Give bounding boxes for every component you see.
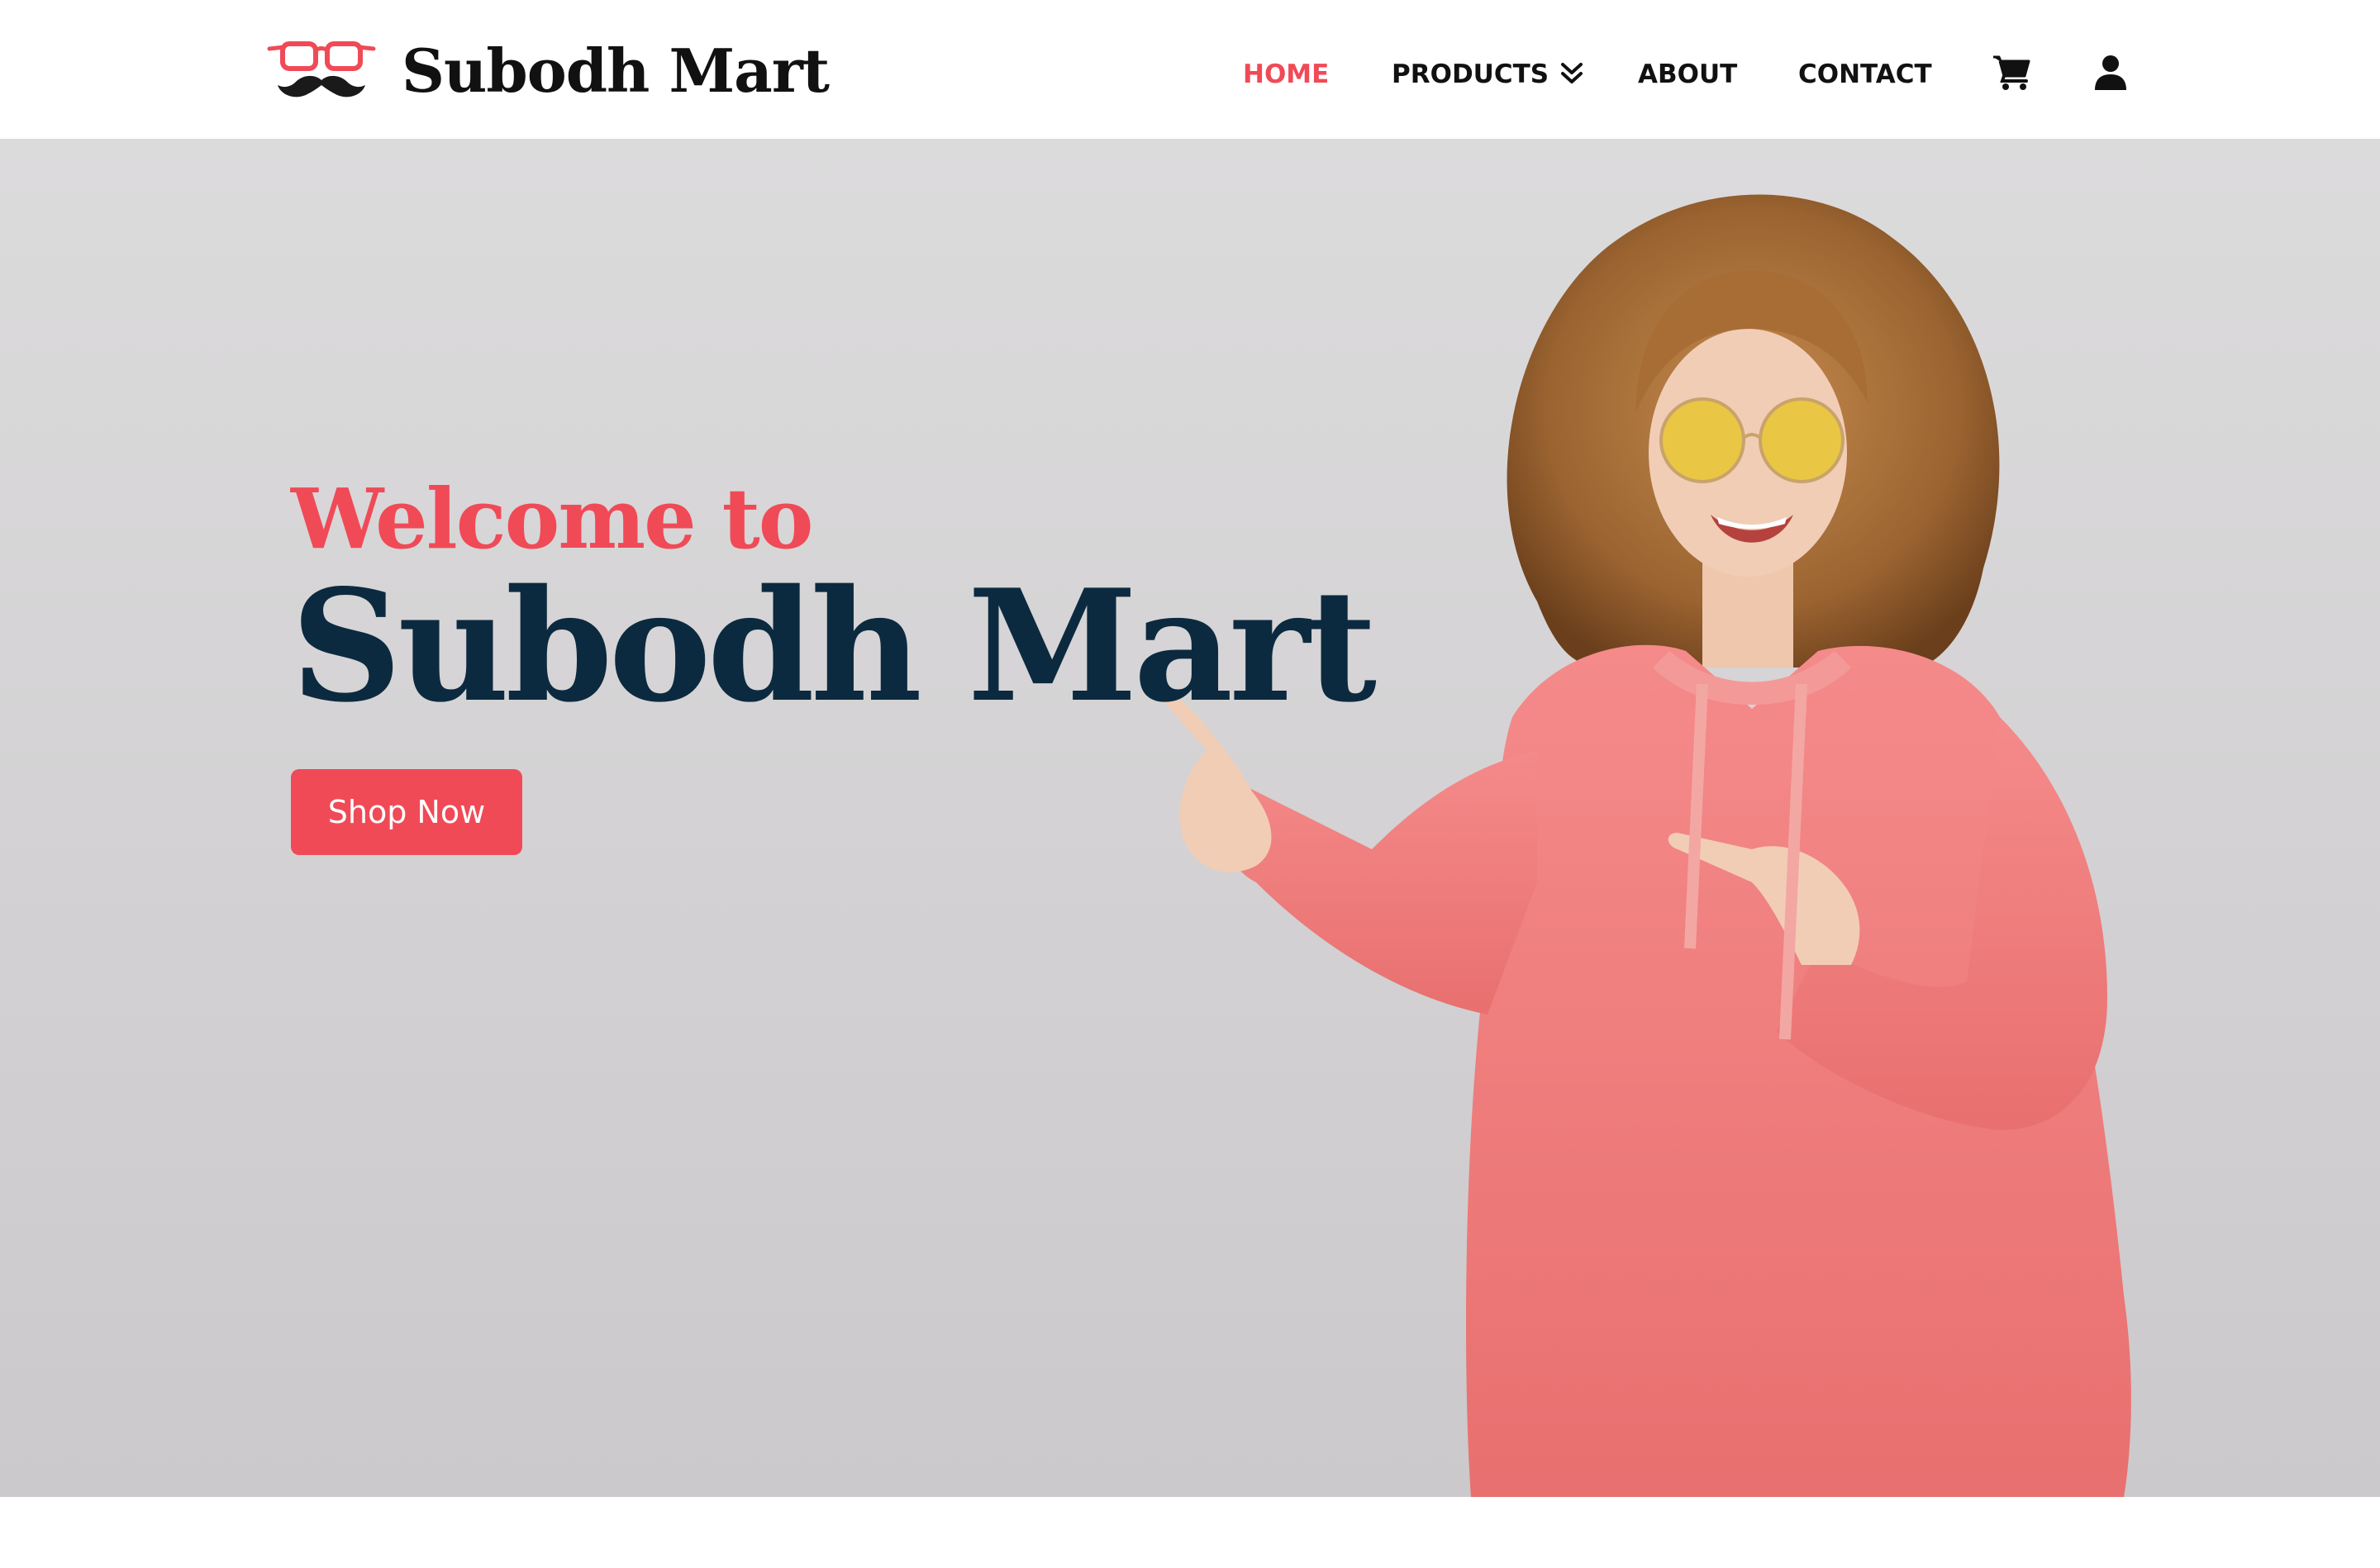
- nav-about[interactable]: ABOUT: [1638, 50, 1737, 99]
- user-account-button[interactable]: [2094, 50, 2127, 96]
- user-icon: [2095, 55, 2126, 90]
- cart-button[interactable]: [1992, 50, 2031, 96]
- hero-banner: Welcome to Subodh Mart Shop Now: [0, 139, 2380, 1497]
- chevron-double-down-icon: [1561, 62, 1583, 83]
- nav-products-label: PRODUCTS: [1392, 59, 1549, 89]
- hero-title: Subodh Mart: [291, 555, 1377, 736]
- page-bottom: [0, 1497, 2380, 1568]
- woman-pointing-photo: [1145, 194, 2131, 1497]
- nav-products[interactable]: PRODUCTS: [1392, 50, 1583, 99]
- hero-welcome: Welcome to: [291, 470, 814, 568]
- cart-icon: [1993, 55, 2030, 90]
- shop-now-button[interactable]: Shop Now: [291, 769, 522, 855]
- hero-text: Welcome to Subodh Mart: [291, 469, 1377, 736]
- nav-home[interactable]: HOME: [1243, 50, 1329, 99]
- nav-contact[interactable]: CONTACT: [1798, 50, 1932, 99]
- site-header: Subodh Mart HOME PRODUCTS ABOUT CONTACT: [0, 0, 2380, 139]
